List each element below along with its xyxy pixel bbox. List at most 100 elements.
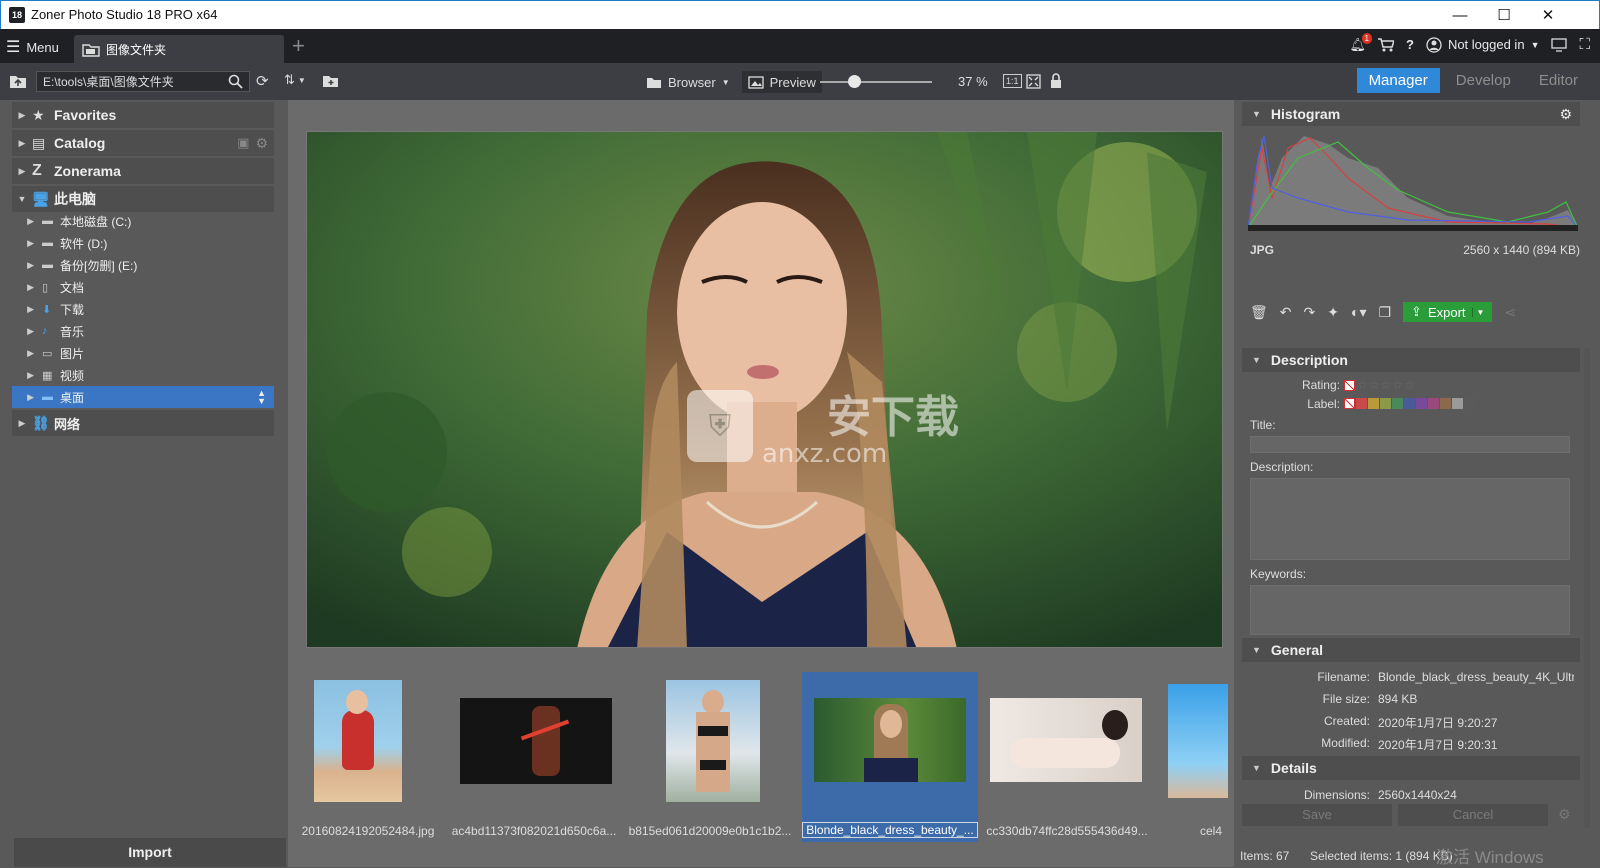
color-label-swatch[interactable] — [1392, 398, 1403, 409]
color-label-swatch[interactable] — [1356, 398, 1367, 409]
save-button[interactable]: Save — [1242, 804, 1392, 826]
sidebar-item-pictures[interactable]: ▶ ▭ 图片 — [12, 342, 274, 364]
sidebar-item-videos[interactable]: ▶ ▦ 视频 — [12, 364, 274, 386]
thumbnail-caption: Blonde_black_dress_beauty_... — [802, 822, 978, 838]
module-switcher: Manager Develop Editor — [1356, 68, 1590, 93]
gear-icon[interactable]: ⚙ — [1558, 806, 1571, 823]
cancel-button[interactable]: Cancel — [1398, 804, 1548, 826]
panel-scrollbar[interactable] — [1584, 348, 1590, 828]
sidebar-item-zonerama[interactable]: ▶ Z Zonerama — [12, 158, 274, 184]
thumbnail-item[interactable]: cc330db74ffc28d555436d49... — [984, 672, 1150, 842]
details-header[interactable]: ▼ Details — [1242, 756, 1580, 780]
tab-manager[interactable]: Manager — [1356, 68, 1440, 93]
star-icon[interactable]: ☆☆☆☆☆ — [1357, 378, 1416, 392]
color-label-swatch[interactable] — [1464, 398, 1475, 409]
thumbnail-item[interactable]: cel4 — [1156, 672, 1234, 842]
import-button[interactable]: Import — [14, 838, 286, 867]
color-labels[interactable] — [1344, 398, 1475, 409]
keywords-field[interactable] — [1250, 585, 1570, 635]
sidebar-item-downloads[interactable]: ▶ ⬇ 下载 — [12, 298, 274, 320]
export-label: Export — [1427, 304, 1466, 320]
color-label-swatch[interactable] — [1404, 398, 1415, 409]
help-icon[interactable]: ? — [1406, 37, 1414, 52]
thumbnail-item-selected[interactable]: Blonde_black_dress_beauty_... — [802, 672, 978, 842]
copy-icon[interactable]: ❐ — [1378, 304, 1391, 321]
color-label-swatch[interactable] — [1368, 398, 1379, 409]
color-label-swatch[interactable] — [1380, 398, 1391, 409]
cart-icon[interactable] — [1377, 37, 1394, 52]
sidebar-item-network[interactable]: ▶ ⛓ 网络 — [12, 410, 274, 436]
rotate-left-icon[interactable]: ↶ — [1280, 304, 1292, 321]
collapse-arrow-icon: ▼ — [1252, 763, 1261, 773]
login-label: Not logged in — [1447, 37, 1525, 52]
thumbnail-item[interactable]: b815ed061d20009e0b1c1b2... — [624, 672, 796, 842]
refresh-icon[interactable]: ⟳ — [256, 72, 269, 90]
sort-icon[interactable]: ⇅ ▼ — [284, 72, 306, 88]
notification-badge: 1 — [1361, 32, 1372, 44]
description-label: Description: — [1250, 460, 1314, 474]
thumbnail-item[interactable]: ac4bd11373f082021d650c6a... — [450, 672, 618, 842]
clear-label-icon[interactable] — [1344, 398, 1355, 409]
sidebar-item-drive-d[interactable]: ▶ ▬ 软件 (D:) — [12, 232, 274, 254]
field-key: Created: — [1323, 714, 1370, 728]
description-header[interactable]: ▼ Description — [1242, 348, 1580, 372]
new-folder-icon[interactable] — [322, 74, 339, 88]
tab-editor[interactable]: Editor — [1527, 68, 1590, 93]
sidebar-item-favorites[interactable]: ▶ ★ Favorites — [12, 102, 274, 128]
color-label-swatch[interactable] — [1416, 398, 1427, 409]
histogram-graph — [1248, 128, 1578, 234]
add-tab-button[interactable]: + — [292, 35, 305, 57]
close-button[interactable]: ✕ — [1525, 1, 1571, 29]
description-field[interactable] — [1250, 478, 1570, 560]
minimize-button[interactable]: — — [1437, 1, 1483, 29]
general-header[interactable]: ▼ General — [1242, 638, 1580, 662]
share-icon[interactable]: ⋖ — [1504, 304, 1516, 321]
main-preview-image[interactable]: ⛨ 安下载 anxz.com — [306, 131, 1223, 648]
preview-button[interactable]: Preview — [741, 71, 822, 93]
sidebar-item-this-pc[interactable]: ▼ 🖥︎ 此电脑 — [12, 186, 274, 212]
sidebar-item-desktop[interactable]: ▶ ▬ 桌面 ▲ ▼ — [12, 386, 274, 408]
reorder-arrows-icon[interactable]: ▲ ▼ — [257, 389, 266, 406]
login-button[interactable]: Not logged in ▼ — [1426, 36, 1539, 53]
color-label-swatch[interactable] — [1428, 398, 1439, 409]
title-field[interactable] — [1250, 436, 1570, 453]
fullscreen-icon[interactable]: ⛶ — [1579, 36, 1590, 53]
thumbnail-caption: 20160824192052484.jpg — [301, 824, 435, 838]
sidebar-item-drive-c[interactable]: ▶ ▬ 本地磁盘 (C:) — [12, 210, 274, 232]
sidebar-item-music[interactable]: ▶ ♪ 音乐 — [12, 320, 274, 342]
sidebar-item-documents[interactable]: ▶ ▯ 文档 — [12, 276, 274, 298]
path-input[interactable] — [36, 71, 250, 92]
effects-icon[interactable]: ◐▾ — [1351, 304, 1366, 321]
maximize-button[interactable]: ☐ — [1481, 1, 1527, 29]
notification-button[interactable]: 🔔︎ 1 — [1349, 32, 1372, 53]
monitor-icon[interactable] — [1551, 37, 1568, 52]
sidebar-item-catalog[interactable]: ▶ ▤ Catalog ▣ ⚙ — [12, 130, 274, 156]
sidebar-item-drive-e[interactable]: ▶ ▬ 备份[勿删] (E:) — [12, 254, 274, 276]
clear-rating-icon[interactable] — [1344, 379, 1355, 391]
lock-icon[interactable] — [1050, 73, 1062, 89]
folder-open-icon — [647, 77, 661, 88]
zoom-slider[interactable] — [820, 81, 932, 83]
settings-icon[interactable]: ⚙ — [1559, 106, 1572, 123]
fit-to-window-icon[interactable] — [1026, 74, 1041, 89]
browser-button[interactable]: Browser ▼ — [640, 71, 736, 93]
thumbnail-item[interactable]: 20160824192052484.jpg — [288, 672, 448, 842]
wand-icon[interactable]: ✦ — [1327, 304, 1339, 321]
folder-up-icon[interactable] — [9, 73, 27, 89]
histogram-header[interactable]: ▼ Histogram ⚙ — [1242, 102, 1580, 126]
color-label-swatch[interactable] — [1440, 398, 1451, 409]
gear-icon[interactable]: ⚙ — [255, 135, 268, 152]
trash-icon[interactable]: 🗑︎ — [1250, 304, 1268, 321]
menu-button[interactable]: ☰ Menu — [6, 37, 59, 57]
sidebar-item-label: Favorites — [54, 107, 117, 123]
tab-folder[interactable]: 图像文件夹 — [74, 35, 284, 63]
search-icon[interactable] — [228, 74, 243, 89]
color-label-swatch[interactable] — [1452, 398, 1463, 409]
rotate-right-icon[interactable]: ↷ — [1304, 304, 1316, 321]
zoom-slider-handle[interactable] — [847, 75, 861, 88]
add-folder-icon[interactable]: ▣ — [237, 135, 249, 151]
tab-develop[interactable]: Develop — [1444, 68, 1523, 93]
actual-size-button[interactable]: 1:1 — [1003, 74, 1022, 88]
rating-stars[interactable]: ☆☆☆☆☆ — [1344, 378, 1416, 392]
export-button[interactable]: ⇪ Export ▼ — [1403, 302, 1493, 322]
